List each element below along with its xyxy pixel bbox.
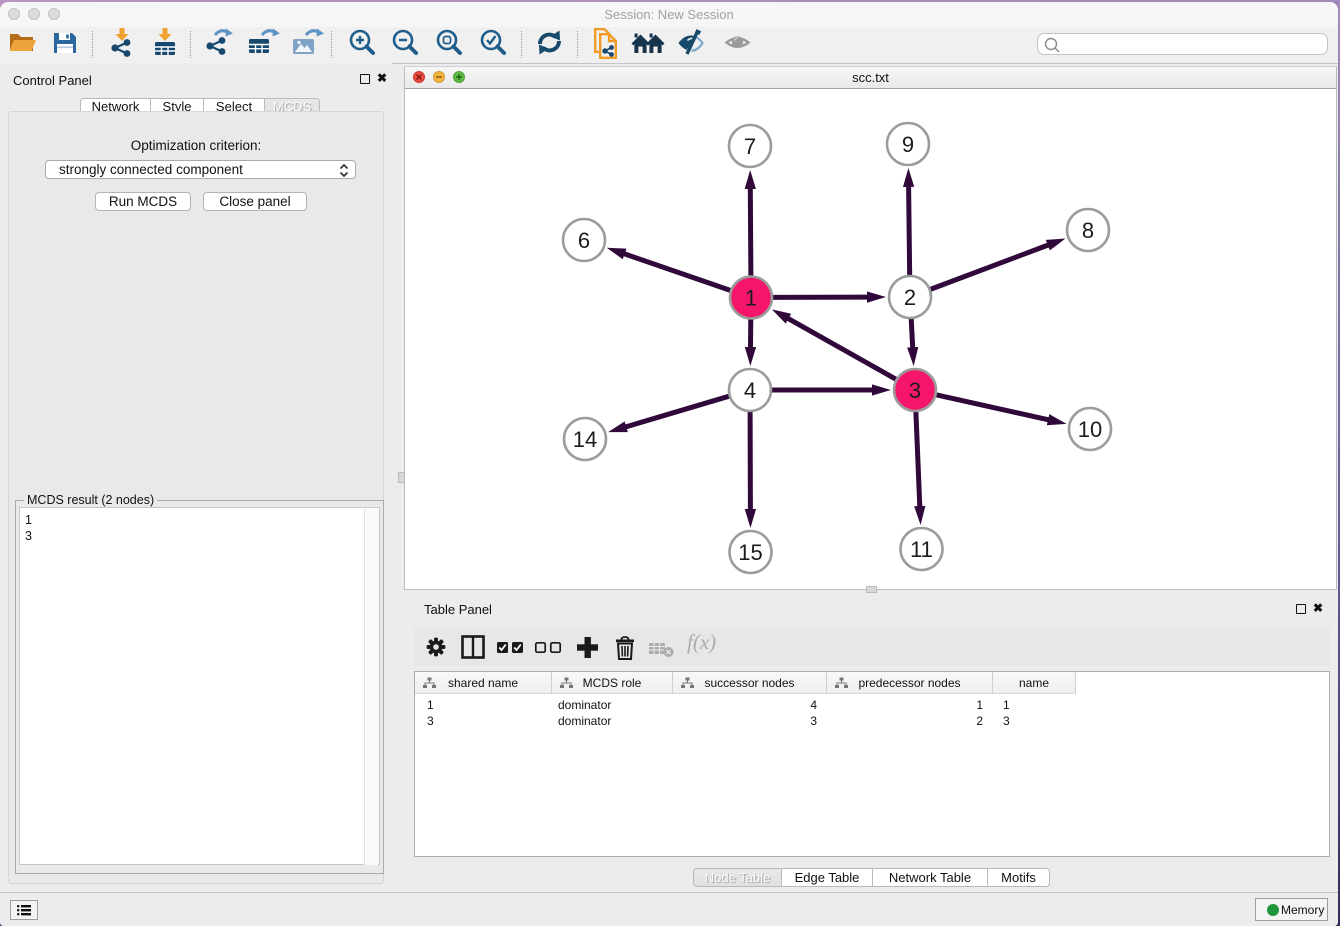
svg-text:6: 6 xyxy=(578,228,590,253)
svg-text:3: 3 xyxy=(909,378,921,403)
svg-text:11: 11 xyxy=(910,537,933,562)
svg-text:15: 15 xyxy=(738,540,762,565)
svg-text:10: 10 xyxy=(1078,417,1102,442)
svg-text:9: 9 xyxy=(902,132,914,157)
svg-text:7: 7 xyxy=(744,134,756,159)
svg-text:14: 14 xyxy=(573,427,597,452)
svg-text:2: 2 xyxy=(904,285,916,310)
svg-text:8: 8 xyxy=(1082,218,1094,243)
svg-text:1: 1 xyxy=(745,286,757,311)
svg-text:4: 4 xyxy=(744,378,756,403)
